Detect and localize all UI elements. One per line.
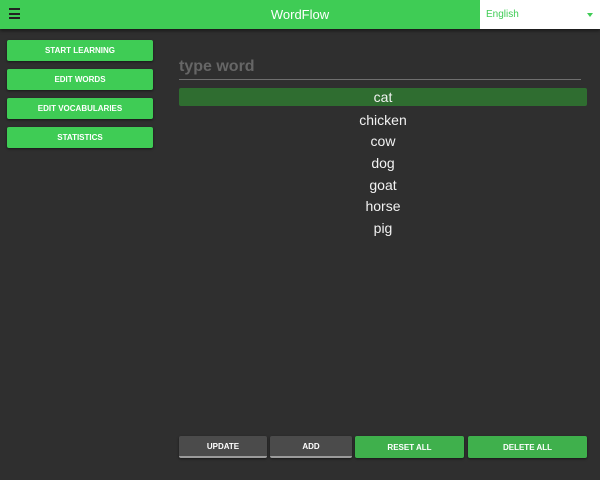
update-button[interactable]: UPDATE bbox=[179, 436, 267, 458]
chevron-down-icon bbox=[587, 13, 593, 17]
word-list-item-cow[interactable]: cow bbox=[179, 131, 587, 153]
language-select-value: English bbox=[486, 9, 519, 20]
word-list-item-pig[interactable]: pig bbox=[179, 218, 587, 240]
edit-words-button[interactable]: EDIT WORDS bbox=[7, 69, 153, 90]
word-search-input[interactable] bbox=[179, 54, 581, 80]
word-list-item-goat[interactable]: goat bbox=[179, 175, 587, 197]
app-header: WordFlow English bbox=[0, 0, 600, 29]
start-learning-button[interactable]: START LEARNING bbox=[7, 40, 153, 61]
app-title: WordFlow bbox=[270, 7, 330, 22]
add-button[interactable]: ADD bbox=[270, 436, 352, 458]
statistics-button[interactable]: STATISTICS bbox=[7, 127, 153, 148]
word-list-item-horse[interactable]: horse bbox=[179, 196, 587, 218]
language-select[interactable]: English bbox=[480, 0, 600, 29]
reset-all-button[interactable]: RESET ALL bbox=[355, 436, 464, 458]
word-list-item-cat[interactable]: cat bbox=[179, 88, 587, 106]
delete-all-button[interactable]: DELETE ALL bbox=[468, 436, 587, 458]
word-list-item-dog[interactable]: dog bbox=[179, 153, 587, 175]
word-list-item-chicken[interactable]: chicken bbox=[179, 110, 587, 132]
edit-vocabularies-button[interactable]: EDIT VOCABULARIES bbox=[7, 98, 153, 119]
sidebar: START LEARNING EDIT WORDS EDIT VOCABULAR… bbox=[7, 40, 153, 156]
word-actions-bar: UPDATE ADD RESET ALL DELETE ALL bbox=[179, 436, 587, 458]
word-list: cat chicken cow dog goat horse pig bbox=[179, 88, 587, 240]
